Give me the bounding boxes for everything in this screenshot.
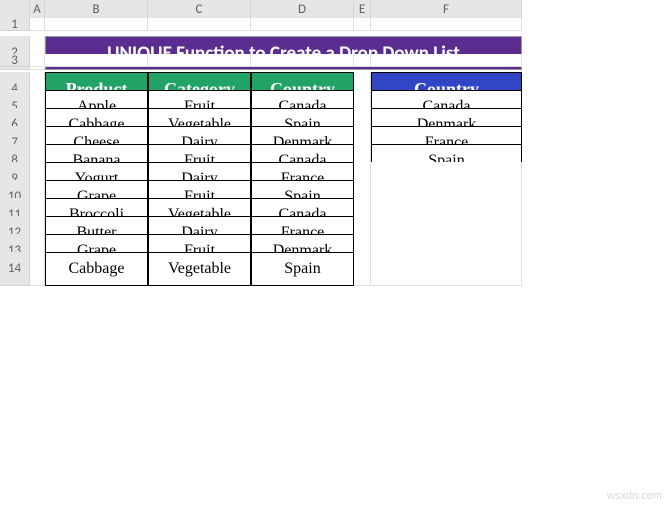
- cell-B1[interactable]: [45, 18, 148, 31]
- col-header-C[interactable]: C: [148, 0, 251, 20]
- cell-C1[interactable]: [148, 18, 251, 31]
- cell-E1[interactable]: [354, 18, 371, 31]
- cell-D14[interactable]: Spain: [251, 252, 354, 286]
- cell-D3[interactable]: [251, 54, 354, 67]
- col-header-F[interactable]: F: [371, 0, 522, 20]
- cell-C14[interactable]: Vegetable: [148, 252, 251, 286]
- col-header-D[interactable]: D: [251, 0, 354, 20]
- cell-F3[interactable]: [371, 54, 522, 67]
- cell-F14[interactable]: [371, 252, 522, 286]
- row-header-1[interactable]: 1: [0, 18, 30, 31]
- col-header-B[interactable]: B: [45, 0, 148, 20]
- cell-A14[interactable]: [30, 252, 45, 286]
- cell-F1[interactable]: [371, 18, 522, 31]
- cell-A1[interactable]: [30, 18, 45, 31]
- spreadsheet-grid: A B C D E F 1 2 UNIQUE Function to Creat…: [0, 0, 670, 270]
- row-header-3[interactable]: 3: [0, 54, 30, 67]
- watermark-text: wsxdn.com: [607, 490, 662, 502]
- col-header-A[interactable]: A: [30, 0, 45, 20]
- col-header-E[interactable]: E: [354, 0, 371, 20]
- cell-E14[interactable]: [354, 252, 371, 286]
- cell-D1[interactable]: [251, 18, 354, 31]
- cell-C3[interactable]: [148, 54, 251, 67]
- cell-B14[interactable]: Cabbage: [45, 252, 148, 286]
- cell-B3[interactable]: [45, 54, 148, 67]
- cell-A3[interactable]: [30, 54, 45, 67]
- cell-E3[interactable]: [354, 54, 371, 67]
- row-header-14[interactable]: 14: [0, 252, 30, 286]
